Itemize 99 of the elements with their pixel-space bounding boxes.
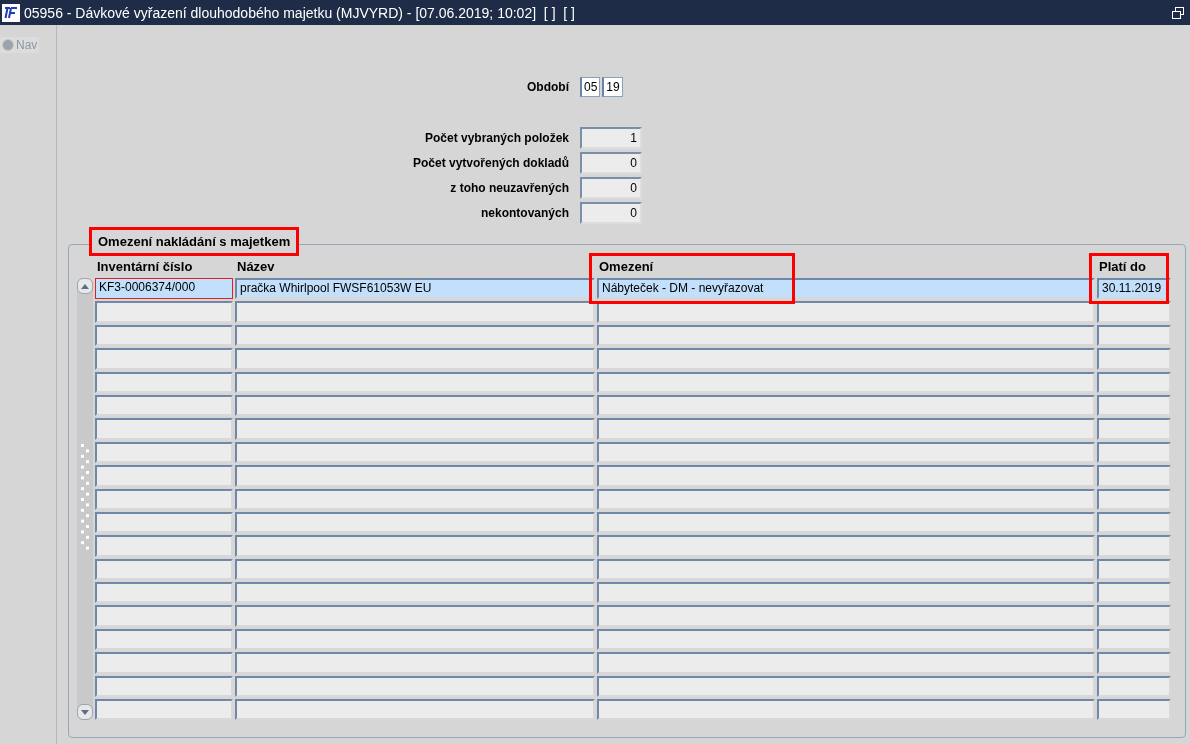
table-cell[interactable] — [597, 488, 1095, 510]
table-cell[interactable] — [1097, 348, 1171, 370]
count-field[interactable]: 1 — [580, 127, 642, 149]
table-cell[interactable] — [95, 441, 233, 464]
count-field[interactable]: 0 — [580, 202, 642, 224]
table-cell[interactable] — [235, 371, 595, 393]
table-cell[interactable] — [597, 465, 1095, 487]
count-field[interactable]: 0 — [580, 152, 642, 174]
field-label: Období — [527, 80, 569, 94]
table-cell[interactable] — [95, 488, 233, 510]
table-cell[interactable] — [95, 511, 233, 534]
table-cell[interactable] — [95, 348, 233, 370]
scroll-down-button[interactable] — [77, 704, 93, 721]
table-cell[interactable]: 30.11.2019 — [1097, 278, 1171, 300]
table-cell[interactable] — [235, 605, 595, 627]
table-cell[interactable] — [1097, 394, 1171, 417]
caret-down-icon — [81, 709, 89, 715]
table-cell[interactable] — [235, 301, 595, 323]
app-logo-icon — [2, 3, 20, 22]
restore-icon[interactable] — [1172, 6, 1184, 19]
table-cell[interactable]: KF3-0006374/000 — [95, 278, 233, 300]
table-cell[interactable] — [235, 324, 595, 347]
table-cell[interactable] — [1097, 582, 1171, 604]
table-cell[interactable] — [597, 348, 1095, 370]
table-cell[interactable] — [235, 488, 595, 510]
table-cell[interactable] — [95, 324, 233, 347]
column-header: Inventární číslo — [96, 259, 194, 276]
table-cell[interactable] — [235, 652, 595, 674]
table-cell[interactable] — [235, 558, 595, 581]
column-header: Omezení — [598, 259, 655, 276]
table-cell[interactable] — [1097, 511, 1171, 534]
table-cell[interactable] — [235, 628, 595, 651]
table-cell[interactable] — [235, 582, 595, 604]
caret-up-icon — [81, 283, 89, 289]
table-cell[interactable] — [95, 628, 233, 651]
table-cell[interactable] — [235, 418, 595, 440]
section-title: Omezení nakládání s majetkem — [89, 227, 300, 256]
table-cell[interactable] — [1097, 535, 1171, 557]
table-cell[interactable] — [597, 301, 1095, 323]
table-cell[interactable] — [95, 394, 233, 417]
table-cell[interactable] — [1097, 488, 1171, 510]
table-cell[interactable] — [1097, 558, 1171, 581]
table-cell[interactable] — [235, 394, 595, 417]
table-cell[interactable] — [1097, 441, 1171, 464]
table-cell[interactable] — [235, 441, 595, 464]
scroll-up-button[interactable] — [77, 278, 93, 294]
table-cell[interactable] — [597, 675, 1095, 698]
table-cell[interactable] — [597, 535, 1095, 557]
table-cell[interactable] — [1097, 605, 1171, 627]
table-cell[interactable] — [95, 675, 233, 698]
table-cell[interactable] — [1097, 465, 1171, 487]
table-cell[interactable] — [597, 652, 1095, 674]
window-title: 05956 - Dávkové vyřazení dlouhodobého majetku (MJVYRD) - [07.06.2019; 10:02] [ ] [ ] — [24, 4, 576, 21]
field-label: nekontovaných — [480, 206, 569, 220]
table-cell[interactable] — [1097, 628, 1171, 651]
table-cell[interactable] — [597, 441, 1095, 464]
table-cell[interactable] — [235, 465, 595, 487]
field-label: z toho neuzavřených — [450, 181, 569, 195]
table-cell[interactable] — [597, 558, 1095, 581]
table-cell[interactable]: Nábyteček - DM - nevyřazovat — [597, 278, 1095, 300]
table-cell[interactable] — [597, 582, 1095, 604]
month-field[interactable]: 05 — [580, 77, 601, 97]
table-cell[interactable] — [95, 699, 233, 721]
year-field[interactable]: 19 — [602, 77, 623, 97]
column-header: Název — [236, 259, 276, 276]
table-cell[interactable] — [95, 582, 233, 604]
table-cell[interactable] — [597, 511, 1095, 534]
table-cell[interactable] — [1097, 324, 1171, 347]
table-cell[interactable] — [597, 324, 1095, 347]
table-cell[interactable] — [95, 558, 233, 581]
table-cell[interactable] — [1097, 418, 1171, 440]
count-field[interactable]: 0 — [580, 177, 642, 199]
field-label: Počet vybraných položek — [424, 131, 569, 145]
table-cell[interactable] — [235, 535, 595, 557]
table-cell[interactable] — [95, 371, 233, 393]
table-cell[interactable] — [597, 371, 1095, 393]
table-cell[interactable] — [95, 535, 233, 557]
table-cell[interactable] — [597, 605, 1095, 627]
field-label: Počet vytvořených dokladů — [412, 156, 569, 170]
column-header: Platí do — [1098, 259, 1147, 276]
table-cell[interactable] — [597, 394, 1095, 417]
table-cell[interactable]: pračka Whirlpool FWSF61053W EU — [235, 278, 595, 300]
table-cell[interactable] — [1097, 371, 1171, 393]
table-cell[interactable] — [95, 301, 233, 323]
table-cell[interactable] — [95, 605, 233, 627]
table-cell[interactable] — [235, 675, 595, 698]
scrollbar[interactable] — [77, 278, 93, 721]
table-cell[interactable] — [1097, 675, 1171, 698]
table-cell[interactable] — [235, 699, 595, 721]
table-cell[interactable] — [1097, 699, 1171, 721]
table-cell[interactable] — [1097, 652, 1171, 674]
table-cell[interactable] — [95, 418, 233, 440]
table-cell[interactable] — [95, 465, 233, 487]
table-cell[interactable] — [597, 628, 1095, 651]
table-cell[interactable] — [235, 511, 595, 534]
table-cell[interactable] — [235, 348, 595, 370]
table-cell[interactable] — [597, 418, 1095, 440]
table-cell[interactable] — [95, 652, 233, 674]
table-cell[interactable] — [597, 699, 1095, 721]
